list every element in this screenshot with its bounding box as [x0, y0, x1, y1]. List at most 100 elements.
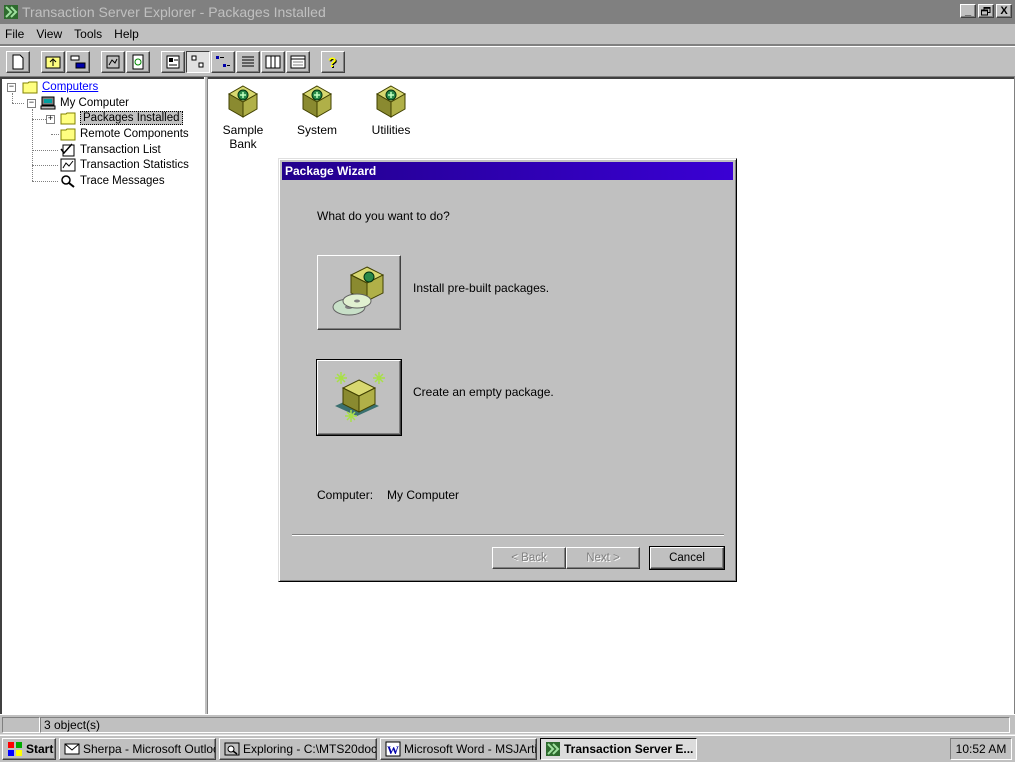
wizard-question: What do you want to do? [317, 209, 450, 223]
package-box-icon [227, 85, 259, 118]
system-tray: 10:52 AM [950, 738, 1012, 760]
tree-item-remote-components[interactable]: Remote Components [60, 126, 189, 142]
transaction-server-icon [4, 5, 18, 19]
start-button[interactable]: Start [2, 737, 56, 760]
properties-button[interactable] [101, 50, 125, 73]
install-package-icon [332, 265, 385, 315]
tree-item-my-computer[interactable]: My Computer [40, 95, 129, 111]
package-item-system[interactable]: System [282, 83, 352, 137]
new-document-icon [12, 54, 24, 69]
tree-pane[interactable]: − Computers − My Computer + Packages Ins… [0, 77, 204, 714]
package-wizard-dialog: Package Wizard What do you want to do? I… [278, 158, 737, 582]
tree-item-transaction-statistics[interactable]: Transaction Statistics [60, 157, 189, 173]
computer-value: My Computer [387, 488, 460, 502]
list-view-button[interactable] [211, 50, 235, 73]
small-icons-button[interactable] [186, 50, 210, 73]
statistics-chart-icon [60, 158, 76, 172]
task-label: Exploring - C:\MTS20docs... [243, 741, 377, 756]
create-empty-package-label[interactable]: Create an empty package. [413, 385, 554, 399]
columns-view-button[interactable] [261, 50, 285, 73]
restore-button[interactable] [978, 4, 994, 18]
task-label: Sherpa - Microsoft Outlook [83, 741, 216, 756]
report-view-button[interactable] [286, 50, 310, 73]
menu-view[interactable]: View [30, 27, 68, 41]
help-button[interactable]: ?? [321, 50, 345, 73]
status-bar: 3 object(s) [0, 714, 1015, 734]
window-title: Transaction Server Explorer - Packages I… [22, 4, 326, 20]
restore-icon [981, 6, 991, 15]
minimize-button[interactable]: _ [960, 4, 976, 18]
menu-file[interactable]: File [0, 27, 30, 41]
large-icons-icon [166, 55, 180, 68]
up-one-level-button[interactable] [41, 50, 65, 73]
next-button[interactable]: Next > [566, 547, 640, 569]
task-label: Transaction Server E... [564, 741, 694, 756]
new-button[interactable] [6, 50, 30, 73]
windows-logo-icon [8, 741, 22, 756]
tree-label: Trace Messages [80, 175, 165, 187]
details-view-button[interactable] [236, 50, 260, 73]
back-button[interactable]: < Back [492, 547, 566, 569]
collapse-computers-icon[interactable]: − [7, 83, 16, 92]
empty-package-icon [335, 371, 385, 422]
package-item-utilities[interactable]: Utilities [356, 83, 426, 137]
tree-label: Computers [42, 81, 99, 93]
package-label: Sample Bank [222, 123, 264, 151]
list-view-icon [216, 55, 230, 67]
install-packages-label[interactable]: Install pre-built packages. [413, 281, 549, 295]
package-item-sample-bank[interactable]: Sample Bank [208, 83, 278, 151]
package-label: System [296, 123, 337, 137]
refresh-button[interactable] [126, 50, 150, 73]
checklist-icon [60, 143, 75, 157]
start-label: Start [26, 741, 54, 756]
task-transaction-server[interactable]: Transaction Server E... [540, 737, 697, 760]
create-empty-package-button[interactable] [316, 359, 402, 436]
folder-icon [22, 81, 38, 94]
status-cell-empty [2, 716, 40, 733]
transaction-server-icon [546, 741, 560, 756]
tree-item-computers[interactable]: Computers [22, 79, 98, 95]
tree-item-trace-messages[interactable]: Trace Messages [60, 173, 165, 189]
help-question-icon: ?? [328, 54, 338, 70]
toolbar: ?? [0, 46, 1015, 76]
task-exploring[interactable]: Exploring - C:\MTS20docs... [219, 737, 377, 760]
svg-text:W: W [387, 743, 399, 757]
computer-icon [40, 96, 56, 110]
cancel-button[interactable]: Cancel [649, 546, 725, 570]
properties-icon [106, 55, 120, 68]
large-icons-button[interactable] [161, 50, 185, 73]
small-icons-icon [191, 55, 204, 67]
tree-item-transaction-list[interactable]: Transaction List [60, 142, 161, 158]
taskbar: Start Sherpa - Microsoft Outlook Explori… [0, 734, 1015, 762]
tree-label: Transaction Statistics [80, 159, 189, 171]
outlook-icon [64, 743, 80, 754]
refresh-icon [132, 54, 144, 69]
menu-help[interactable]: Help [108, 27, 145, 41]
status-object-count: 3 object(s) [40, 716, 1010, 733]
expand-packages-icon[interactable]: + [46, 115, 55, 124]
menu-tools[interactable]: Tools [68, 27, 108, 41]
close-button[interactable]: X [996, 4, 1012, 18]
menu-bar: File View Tools Help [0, 24, 1015, 44]
task-outlook[interactable]: Sherpa - Microsoft Outlook [59, 737, 216, 760]
task-word[interactable]: W Microsoft Word - MSJArticle [380, 737, 537, 760]
up-folder-icon [45, 56, 61, 68]
clock[interactable]: 10:52 AM [956, 742, 1007, 756]
package-label: Utilities [371, 123, 411, 137]
columns-view-icon [265, 55, 281, 68]
magnifier-icon [61, 175, 75, 188]
collapse-my-computer-icon[interactable]: − [27, 99, 36, 108]
install-packages-button[interactable] [317, 255, 401, 330]
package-box-icon [375, 85, 407, 118]
folder-icon [60, 112, 76, 125]
dialog-divider [292, 534, 724, 536]
map-button[interactable] [66, 50, 90, 73]
folder-icon [60, 128, 76, 141]
tree-item-packages-installed[interactable]: Packages Installed [60, 110, 183, 126]
tree-label: My Computer [60, 97, 130, 109]
dialog-title: Package Wizard [282, 162, 733, 180]
details-view-icon [242, 56, 254, 66]
report-view-icon [290, 55, 306, 68]
computer-info: Computer: My Computer [317, 488, 459, 502]
package-box-icon [301, 85, 333, 118]
